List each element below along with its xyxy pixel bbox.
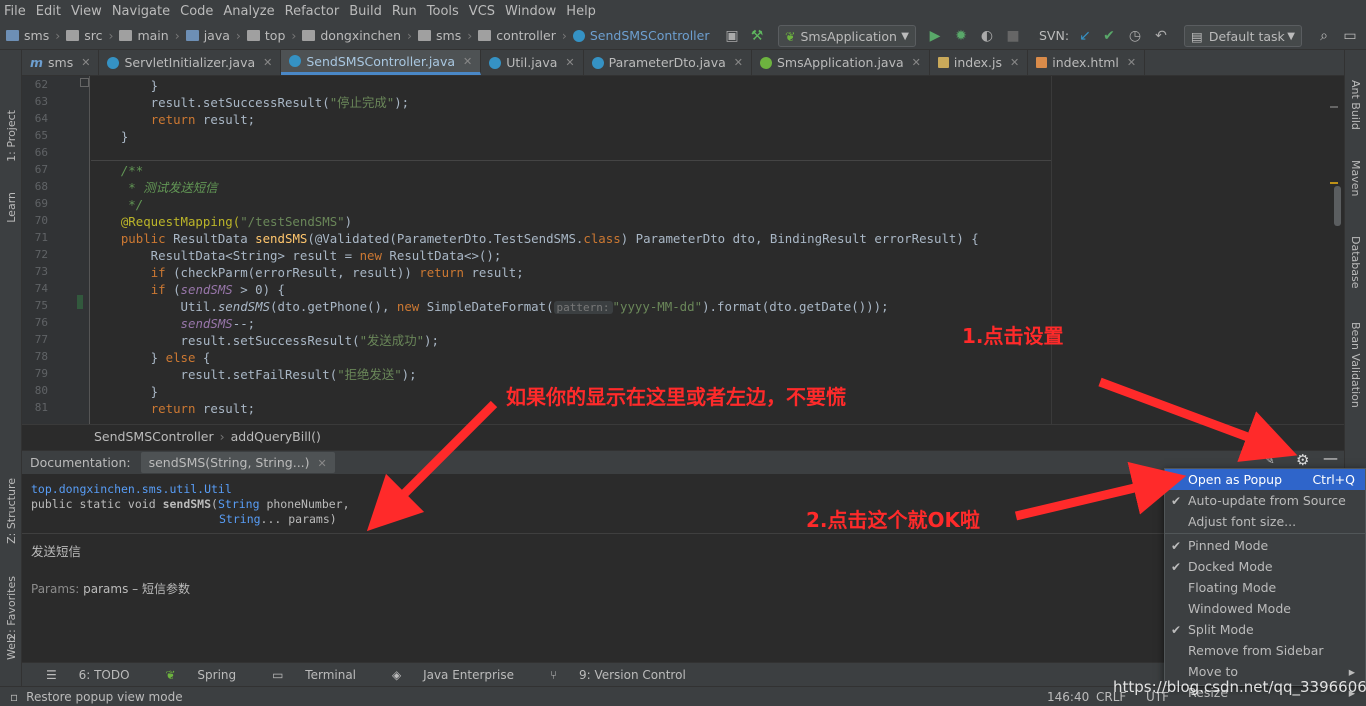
arrow-to-doc-panel [366,400,498,532]
watermark: https://blog.csdn.net/qq_33966061 [1113,678,1366,696]
arrow-to-open-as-popup [1014,461,1187,521]
arrow-to-gear [1098,377,1298,462]
annotation-step2: 2.点击这个就OK啦 [806,508,981,532]
annotation-step1: 1.点击设置 [962,324,1064,348]
annotation-note: 如果你的显示在这里或者左边，不要慌 [506,385,846,409]
annotation-arrows [366,377,1298,532]
